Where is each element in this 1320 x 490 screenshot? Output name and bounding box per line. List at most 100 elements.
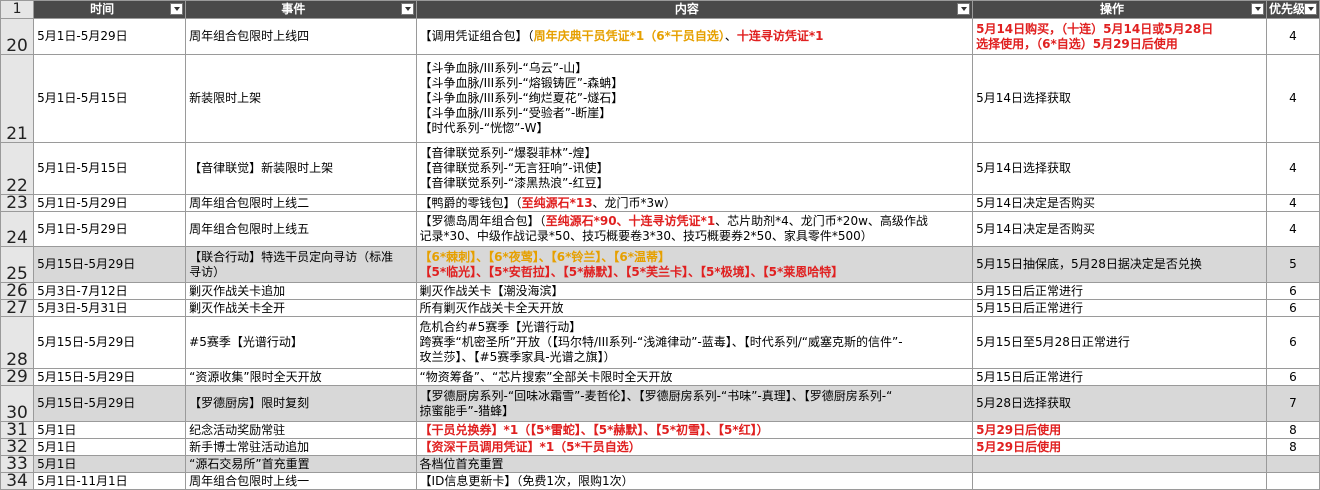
filter-dropdown-icon[interactable]: [957, 3, 971, 15]
row-number[interactable]: 34: [0, 472, 35, 490]
cell-time[interactable]: 5月1日: [33, 455, 187, 473]
cell-operation[interactable]: 5月15日抽保底，5月28日据决定是否兑换: [972, 246, 1267, 283]
cell-priority[interactable]: 4: [1265, 211, 1320, 247]
cell-time[interactable]: 5月1日-5月29日: [33, 211, 187, 247]
cell-operation[interactable]: 5月15日后正常进行: [972, 282, 1267, 300]
cell-time[interactable]: 5月1日-11月1日: [33, 472, 187, 490]
row-number[interactable]: 31: [0, 421, 35, 439]
sort-filter-dropdown-icon[interactable]: [1304, 3, 1317, 15]
cell-event[interactable]: 【音律联觉】新装限时上架: [185, 142, 417, 195]
cell-priority[interactable]: 4: [1265, 194, 1320, 212]
cell-event[interactable]: #5赛季【光谱行动】: [185, 316, 417, 369]
cell-priority[interactable]: 6: [1265, 316, 1320, 369]
cell-operation[interactable]: 5月29日后使用: [972, 421, 1267, 439]
cell-event[interactable]: “源石交易所”首充重置: [185, 455, 417, 473]
row-number[interactable]: 21: [0, 54, 35, 143]
row-number[interactable]: 28: [0, 316, 35, 369]
header-operation[interactable]: 操作: [972, 0, 1267, 19]
cell-time[interactable]: 5月1日: [33, 421, 187, 439]
cell-event[interactable]: 剿灭作战关卡全开: [185, 299, 417, 317]
cell-content[interactable]: 【音律联觉系列-“爆裂菲林”-煌】 【音律联觉系列-“无言狂响”-讯使】 【音律联觉…: [415, 142, 974, 195]
cell-priority[interactable]: 4: [1265, 142, 1320, 195]
cell-event[interactable]: 纪念活动奖励常驻: [185, 421, 417, 439]
cell-event[interactable]: 周年组合包限时上线二: [185, 194, 417, 212]
cell-content[interactable]: 【调用凭证组合包】（周年庆典干员凭证*1（6*干员自选）、十连寻访凭证*1: [415, 18, 974, 55]
cell-operation[interactable]: 5月29日后使用: [972, 438, 1267, 456]
cell-event[interactable]: 周年组合包限时上线五: [185, 211, 417, 247]
cell-operation[interactable]: 5月14日选择获取: [972, 142, 1267, 195]
cell-event[interactable]: 周年组合包限时上线一: [185, 472, 417, 490]
cell-operation[interactable]: [972, 455, 1267, 473]
row-number[interactable]: 29: [0, 368, 35, 386]
cell-event[interactable]: 剿灭作战关卡追加: [185, 282, 417, 300]
cell-event[interactable]: 新手博士常驻活动追加: [185, 438, 417, 456]
cell-time[interactable]: 5月15日-5月29日: [33, 316, 187, 369]
filter-dropdown-icon[interactable]: [170, 3, 184, 15]
cell-event[interactable]: “资源收集”限时全天开放: [185, 368, 417, 386]
header-priority[interactable]: 优先级: [1265, 0, 1320, 19]
cell-operation[interactable]: 5月14日购买，（十连）5月14日或5月28日 选择使用，（6*自选）5月29日后…: [972, 18, 1267, 55]
cell-content[interactable]: 所有剿灭作战关卡全天开放: [415, 299, 974, 317]
cell-content[interactable]: 【鸭爵的零钱包】（至纯源石*13、龙门币*3w）: [415, 194, 974, 212]
cell-content[interactable]: 剿灭作战关卡【潮没海滨】: [415, 282, 974, 300]
cell-priority[interactable]: 6: [1265, 282, 1320, 300]
cell-time[interactable]: 5月1日-5月29日: [33, 18, 187, 55]
cell-operation[interactable]: 5月14日选择获取: [972, 54, 1267, 143]
cell-time[interactable]: 5月1日: [33, 438, 187, 456]
filter-dropdown-icon[interactable]: [1250, 3, 1264, 15]
row-number[interactable]: 24: [0, 211, 35, 247]
cell-operation[interactable]: 5月15日后正常进行: [972, 299, 1267, 317]
cell-priority[interactable]: 8: [1265, 421, 1320, 439]
cell-event[interactable]: 新装限时上架: [185, 54, 417, 143]
cell-operation[interactable]: 5月14日决定是否购买: [972, 194, 1267, 212]
cell-priority[interactable]: 4: [1265, 54, 1320, 143]
header-content[interactable]: 内容: [415, 0, 974, 19]
cell-priority[interactable]: 8: [1265, 438, 1320, 456]
cell-time[interactable]: 5月1日-5月15日: [33, 142, 187, 195]
cell-operation[interactable]: 5月28日选择获取: [972, 385, 1267, 422]
cell-content[interactable]: 【罗德厨房系列-“回味冰霜雪”-麦哲伦】、【罗德厨房系列-“书味”-真理】、【罗…: [415, 385, 974, 422]
cell-time[interactable]: 5月3日-7月12日: [33, 282, 187, 300]
header-event[interactable]: 事件: [185, 0, 417, 19]
cell-time[interactable]: 5月1日-5月29日: [33, 194, 187, 212]
cell-content[interactable]: 【干员兑换券】*1（【5*雷蛇】、【5*赫默】、【5*初雪】、【5*红】）: [415, 421, 974, 439]
row-number[interactable]: 26: [0, 282, 35, 300]
cell-content[interactable]: 各档位首充重置: [415, 455, 974, 473]
cell-time[interactable]: 5月15日-5月29日: [33, 385, 187, 422]
cell-operation[interactable]: [972, 472, 1267, 490]
cell-content[interactable]: 【6*棘刺】、【6*夜莺】、【6*铃兰】、【6*温蒂】 【5*临光】、【5*安哲拉…: [415, 246, 974, 283]
row-number[interactable]: 1: [0, 0, 35, 19]
cell-time[interactable]: 5月1日-5月15日: [33, 54, 187, 143]
cell-time[interactable]: 5月15日-5月29日: [33, 368, 187, 386]
cell-content[interactable]: 【罗德岛周年组合包】（至纯源石*90、十连寻访凭证*1、芯片助剂*4、龙门币*2…: [415, 211, 974, 247]
cell-time[interactable]: 5月15日-5月29日: [33, 246, 187, 283]
cell-time[interactable]: 5月3日-5月31日: [33, 299, 187, 317]
cell-operation[interactable]: 5月15日至5月28日正常进行: [972, 316, 1267, 369]
row-number[interactable]: 33: [0, 455, 35, 473]
row-number[interactable]: 20: [0, 18, 35, 55]
row-number[interactable]: 27: [0, 299, 35, 317]
cell-content[interactable]: “物资筹备”、“芯片搜索”全部关卡限时全天开放: [415, 368, 974, 386]
row-number[interactable]: 32: [0, 438, 35, 456]
cell-content[interactable]: 【斗争血脉/III系列-“乌云”-山】 【斗争血脉/III系列-“熔锻铸匠”-森蚺…: [415, 54, 974, 143]
filter-dropdown-icon[interactable]: [400, 3, 414, 15]
cell-operation[interactable]: 5月14日决定是否购买: [972, 211, 1267, 247]
row-number[interactable]: 22: [0, 142, 35, 195]
cell-priority[interactable]: [1265, 455, 1320, 473]
header-time[interactable]: 时间: [33, 0, 187, 19]
cell-content[interactable]: 【ID信息更新卡】（免费1次，限购1次）: [415, 472, 974, 490]
cell-priority[interactable]: 7: [1265, 385, 1320, 422]
cell-priority[interactable]: 6: [1265, 299, 1320, 317]
cell-priority[interactable]: 5: [1265, 246, 1320, 283]
cell-event[interactable]: 【联合行动】特选干员定向寻访（标准 寻访）: [185, 246, 417, 283]
cell-priority[interactable]: [1265, 472, 1320, 490]
cell-event[interactable]: 周年组合包限时上线四: [185, 18, 417, 55]
cell-content[interactable]: 【资深干员调用凭证】*1（5*干员自选）: [415, 438, 974, 456]
row-number[interactable]: 30: [0, 385, 35, 422]
cell-priority[interactable]: 4: [1265, 18, 1320, 55]
cell-event[interactable]: 【罗德厨房】限时复刻: [185, 385, 417, 422]
row-number[interactable]: 23: [0, 194, 35, 212]
row-number[interactable]: 25: [0, 246, 35, 283]
cell-content[interactable]: 危机合约#5赛季【光谱行动】 跨赛季“机密圣所”开放（【玛尔特/III系列-“浅滩…: [415, 316, 974, 369]
cell-operation[interactable]: 5月15日后正常进行: [972, 368, 1267, 386]
